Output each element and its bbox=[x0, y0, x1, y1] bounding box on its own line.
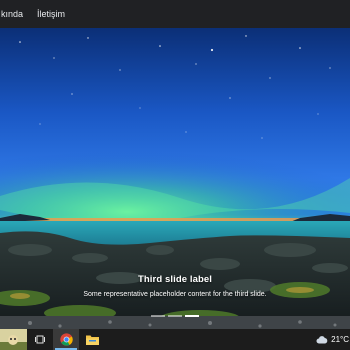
desktop-thumbnail[interactable] bbox=[0, 329, 27, 350]
task-view-button[interactable] bbox=[27, 329, 53, 350]
nav-link-about[interactable]: kında bbox=[1, 9, 23, 19]
top-navbar: kında İletişim bbox=[0, 0, 350, 28]
file-explorer-taskbar-button[interactable] bbox=[79, 329, 105, 350]
wallpaper-thumbnail-icon bbox=[0, 329, 27, 350]
file-explorer-icon bbox=[85, 335, 99, 345]
carousel-indicator-2[interactable] bbox=[168, 315, 182, 317]
carousel-indicator-3[interactable] bbox=[185, 315, 199, 317]
task-view-icon bbox=[35, 335, 45, 344]
cloud-icon bbox=[316, 336, 328, 344]
temperature-label: 21°C bbox=[331, 335, 349, 344]
slide-description: Some representative placeholder content … bbox=[83, 291, 267, 298]
weather-widget[interactable]: 21°C bbox=[316, 335, 350, 344]
carousel-indicators bbox=[0, 315, 350, 317]
carousel-indicator-1[interactable] bbox=[151, 315, 165, 317]
nav-link-contact[interactable]: İletişim bbox=[37, 9, 65, 19]
windows-taskbar: 21°C bbox=[0, 329, 350, 350]
slide-title: Third slide label bbox=[137, 274, 213, 285]
chrome-taskbar-button[interactable] bbox=[53, 329, 79, 350]
image-carousel: Third slide label Some representative pl… bbox=[0, 28, 350, 329]
chrome-icon bbox=[59, 333, 73, 346]
